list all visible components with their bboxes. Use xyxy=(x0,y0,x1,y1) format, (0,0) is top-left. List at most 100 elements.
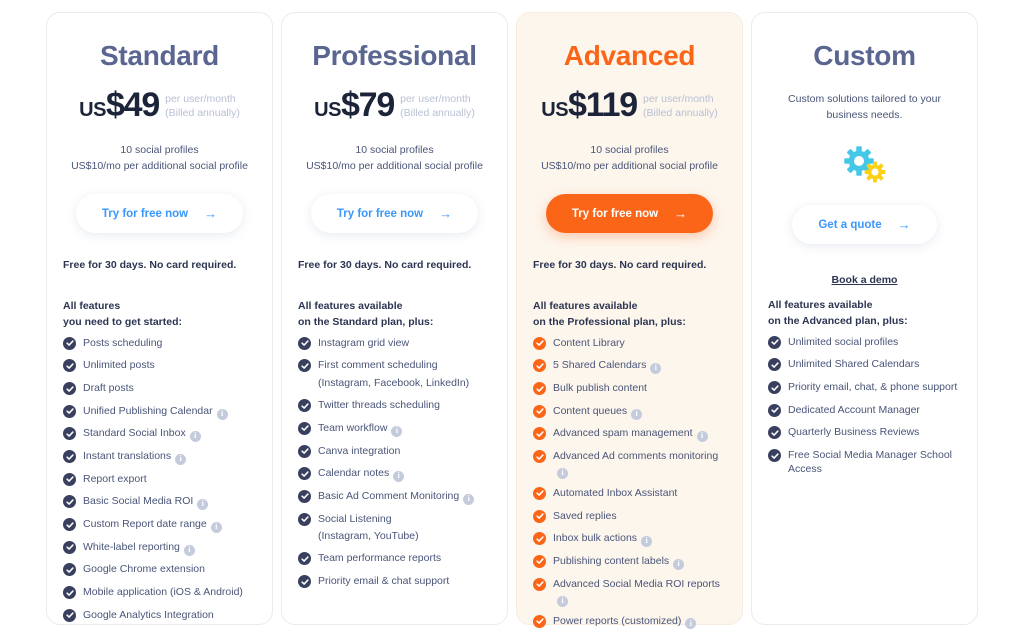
price-billing-note: (Billed annually) xyxy=(643,106,718,119)
check-circle-icon xyxy=(298,552,311,566)
try-for-free-button[interactable]: Try for free now → xyxy=(75,194,244,234)
info-tooltip-icon[interactable]: i xyxy=(685,618,697,630)
feature-label: Basic Ad Comment Monitoring i xyxy=(318,489,475,505)
info-tooltip-icon[interactable]: i xyxy=(391,425,403,437)
check-circle-icon xyxy=(533,450,546,464)
check-circle-icon xyxy=(63,540,76,554)
info-tooltip-icon[interactable]: i xyxy=(189,431,201,443)
profiles-extra-cost: US$10/mo per additional social profile xyxy=(541,160,718,173)
feature-item: 5 Shared Calendars i xyxy=(533,358,726,375)
feature-label: Social Listening (Instagram, YouTube) xyxy=(318,512,419,543)
feature-item: Google Chrome extension xyxy=(63,562,256,577)
check-circle-icon xyxy=(768,335,781,349)
feature-label: Advanced Ad comments monitoring i xyxy=(553,449,726,480)
price-row: US$119 per user/month (Billed annually) xyxy=(533,88,726,124)
feature-label-text: Advanced Social Media ROI reports xyxy=(553,577,720,590)
profiles-extra-cost: US$10/mo per additional social profile xyxy=(71,160,248,173)
feature-list: Unlimited social profiles Unlimited Share… xyxy=(768,335,961,485)
feature-item: Social Listening (Instagram, YouTube) xyxy=(298,512,491,543)
check-circle-icon xyxy=(63,608,76,622)
feature-item: Mobile application (iOS & Android) xyxy=(63,585,256,600)
feature-list: Content Library 5 Shared Calendars i Bulk p… xyxy=(533,336,726,636)
feature-item: Instant translations i xyxy=(63,449,256,466)
feature-label: Instant translations i xyxy=(83,449,187,466)
profiles-extra-cost: US$10/mo per additional social profile xyxy=(306,160,483,173)
feature-label: Unlimited Shared Calendars xyxy=(788,357,919,371)
profiles-count: 10 social profiles xyxy=(120,143,199,156)
info-tooltip-icon[interactable]: i xyxy=(463,493,475,505)
book-a-demo-link[interactable]: Book a demo xyxy=(832,274,898,286)
feature-label: Dedicated Account Manager xyxy=(788,403,920,417)
info-tooltip-icon[interactable]: i xyxy=(696,431,708,443)
info-tooltip-icon[interactable]: i xyxy=(210,522,222,534)
feature-label: Content queues i xyxy=(553,404,643,420)
feature-sublabel: (Instagram, YouTube) xyxy=(318,529,419,542)
check-circle-icon xyxy=(298,575,311,589)
arrow-right-icon: → xyxy=(674,206,688,222)
trial-note: Free for 30 days. No card required. xyxy=(533,259,707,272)
check-circle-icon xyxy=(63,472,76,486)
info-tooltip-icon[interactable]: i xyxy=(393,471,405,483)
price-billing-note: (Billed annually) xyxy=(400,106,475,119)
info-tooltip-icon[interactable]: i xyxy=(673,558,685,570)
check-circle-icon xyxy=(63,382,76,396)
check-circle-icon xyxy=(298,336,311,350)
plan-card-professional: Professional US$79 per user/month (Billed a… xyxy=(281,12,508,625)
try-for-free-button[interactable]: Try for free now → xyxy=(545,194,714,234)
check-circle-icon xyxy=(768,358,781,372)
info-tooltip-icon[interactable]: i xyxy=(216,408,228,420)
feature-label-text: Team workflow xyxy=(318,421,388,434)
feature-item: Content queues i xyxy=(533,404,726,420)
feature-label-text: First comment scheduling xyxy=(318,359,438,372)
features-heading: All features available on the Standard p… xyxy=(298,300,434,328)
arrow-right-icon: → xyxy=(897,217,911,233)
info-tooltip-icon[interactable]: i xyxy=(641,536,653,548)
try-for-free-button[interactable]: Try for free now → xyxy=(310,194,479,234)
feature-label: Standard Social Inbox i xyxy=(83,426,201,443)
feature-item: Inbox bulk actions i xyxy=(533,531,726,548)
feature-label-text: Twitter threads scheduling xyxy=(318,399,440,412)
check-circle-icon xyxy=(768,403,781,417)
info-tooltip-icon[interactable]: i xyxy=(183,544,195,556)
feature-item: Custom Report date range i xyxy=(63,517,256,534)
get-a-quote-button[interactable]: Get a quote → xyxy=(792,205,937,245)
feature-label: Content Library xyxy=(553,336,625,350)
profiles-count: 10 social profiles xyxy=(590,143,669,156)
feature-label-text: Calendar notes xyxy=(318,467,390,480)
check-circle-icon xyxy=(63,450,76,464)
check-circle-icon xyxy=(533,486,546,500)
feature-list: Instagram grid view First comment schedul… xyxy=(298,336,491,597)
price-meta: per user/month (Billed annually) xyxy=(165,88,240,120)
check-circle-icon xyxy=(63,427,76,441)
price-period: per user/month xyxy=(165,92,236,105)
cta-label: Try for free now xyxy=(336,207,424,220)
feature-label: Advanced Social Media ROI reports i xyxy=(553,577,726,607)
check-circle-icon xyxy=(533,577,546,591)
currency-label: US xyxy=(79,98,106,121)
info-tooltip-icon[interactable]: i xyxy=(631,408,643,420)
feature-item: Publishing content labels i xyxy=(533,554,726,570)
info-tooltip-icon[interactable]: i xyxy=(557,595,568,607)
info-tooltip-icon[interactable]: i xyxy=(650,363,662,375)
info-tooltip-icon[interactable]: i xyxy=(557,468,568,480)
feature-label: Quarterly Business Reviews xyxy=(788,425,919,439)
feature-item: Bulk publish content xyxy=(533,381,726,396)
feature-label-text: Instagram grid view xyxy=(318,336,410,349)
feature-item: White-label reporting i xyxy=(63,540,256,556)
feature-label: Custom Report date range i xyxy=(83,517,222,534)
feature-label: Unlimited posts xyxy=(83,358,155,372)
feature-item: Priority email, chat, & phone support xyxy=(768,380,961,395)
features-heading: All features available on the Profession… xyxy=(533,300,686,328)
info-tooltip-icon[interactable]: i xyxy=(197,499,209,511)
feature-label: Basic Social Media ROI i xyxy=(83,494,209,511)
plan-price: US$79 xyxy=(314,88,395,122)
check-circle-icon xyxy=(63,495,76,509)
book-demo-wrapper: Book a demo xyxy=(768,270,961,288)
check-circle-icon xyxy=(768,449,781,463)
price-meta: per user/month (Billed annually) xyxy=(400,88,475,120)
check-circle-icon xyxy=(63,518,76,532)
plan-description: Custom solutions tailored to your busine… xyxy=(788,92,941,121)
feature-label-text: Advanced Ad comments monitoring xyxy=(553,450,719,463)
info-tooltip-icon[interactable]: i xyxy=(175,454,187,466)
feature-label-text: Unlimited posts xyxy=(83,359,155,372)
